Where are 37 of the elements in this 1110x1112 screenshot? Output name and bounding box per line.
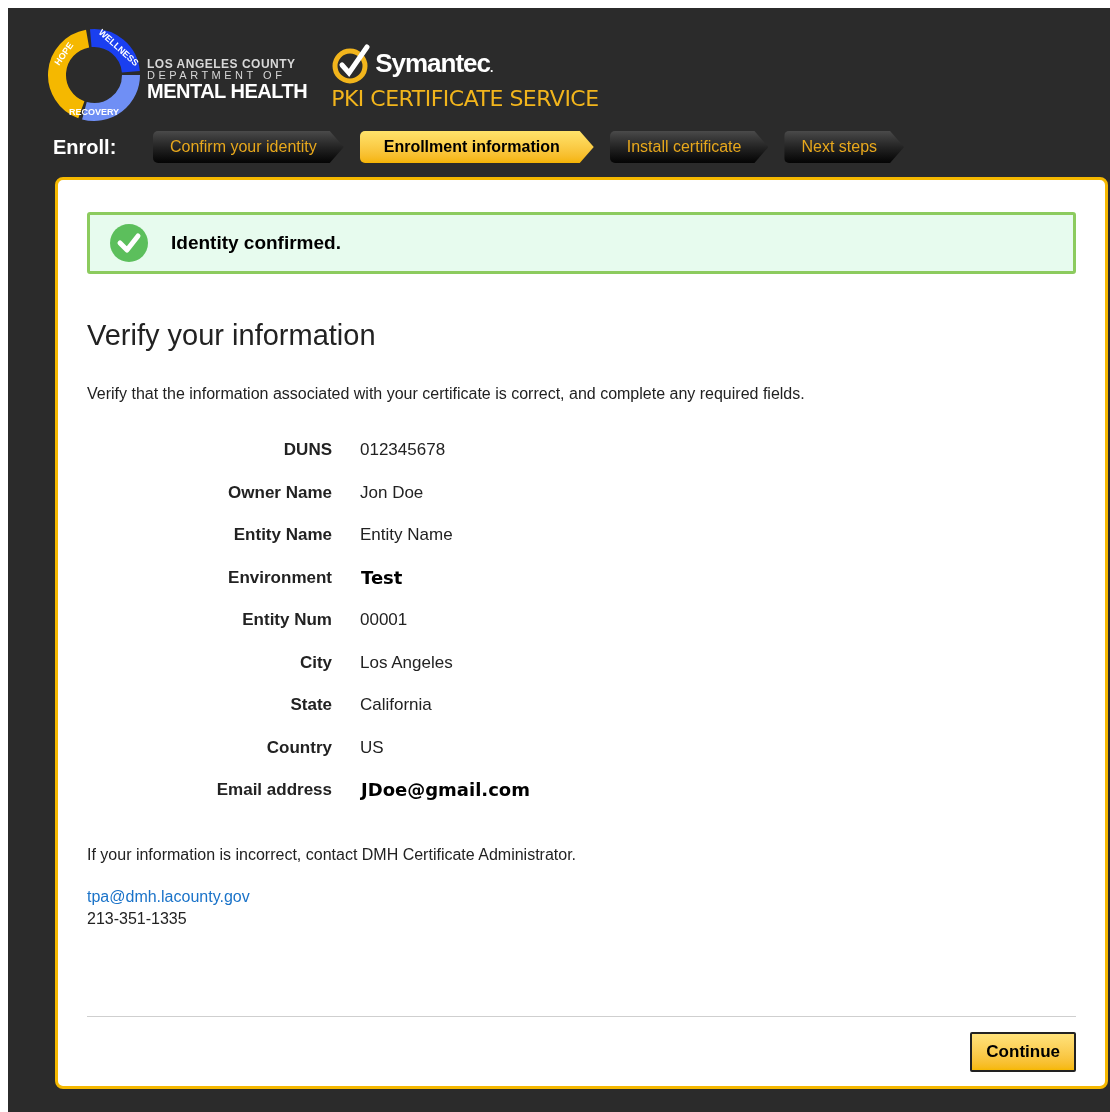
contact-note: If your information is incorrect, contact DMH Certificate Administrator. bbox=[87, 845, 578, 865]
continue-button[interactable]: Continue bbox=[970, 1032, 1076, 1072]
field-label: Environment bbox=[227, 566, 332, 589]
logo-text: MENTAL HEALTH bbox=[147, 80, 308, 101]
phone-number: 213-351-1335 bbox=[87, 909, 187, 929]
brand-mark: . bbox=[490, 60, 493, 75]
step-tab[interactable]: Enrollment information bbox=[359, 131, 594, 163]
field-label: DUNS bbox=[282, 439, 332, 461]
field-value: 00001 bbox=[360, 609, 408, 631]
step-tab[interactable]: Next steps bbox=[784, 131, 905, 163]
check-circle-icon bbox=[109, 223, 149, 263]
logo-text: LOS ANGELES COUNTY bbox=[147, 57, 297, 70]
field-label: Entity Name bbox=[232, 524, 332, 546]
alert-message: Identity confirmed. bbox=[171, 230, 341, 255]
page-heading: Verify your information bbox=[87, 318, 377, 353]
field-label: Email address bbox=[215, 779, 332, 801]
brand-name: Symantec bbox=[375, 47, 490, 78]
field-label: State bbox=[289, 694, 332, 716]
field-label: Owner Name bbox=[227, 481, 332, 504]
steps-label: Enroll: bbox=[53, 135, 118, 160]
email-link[interactable]: tpa@dmh.lacounty.gov bbox=[87, 886, 250, 908]
field-value: JDoe@gmail.com bbox=[361, 778, 530, 803]
field-value: Test bbox=[361, 565, 403, 590]
field-value: Entity Name bbox=[360, 524, 453, 546]
field-label: Entity Num bbox=[241, 609, 332, 631]
service-title: PKI CERTIFICATE SERVICE bbox=[331, 85, 599, 113]
intro-text: Verify that the information associated with your certificate is correct, and complete any required fields. bbox=[87, 383, 806, 404]
field-value: Los Angeles bbox=[360, 651, 453, 674]
logo-text: DEPARTMENT OF bbox=[147, 69, 287, 81]
field-value: Jon Doe bbox=[360, 481, 424, 504]
field-value: California bbox=[360, 694, 432, 716]
step-tab[interactable]: Install certificate bbox=[609, 131, 769, 163]
field-value: US bbox=[360, 736, 384, 759]
field-label: Country bbox=[265, 736, 332, 759]
field-label: City bbox=[298, 651, 332, 674]
step-tab[interactable]: Confirm your identity bbox=[153, 131, 344, 163]
field-value: 012345678 bbox=[360, 439, 446, 461]
